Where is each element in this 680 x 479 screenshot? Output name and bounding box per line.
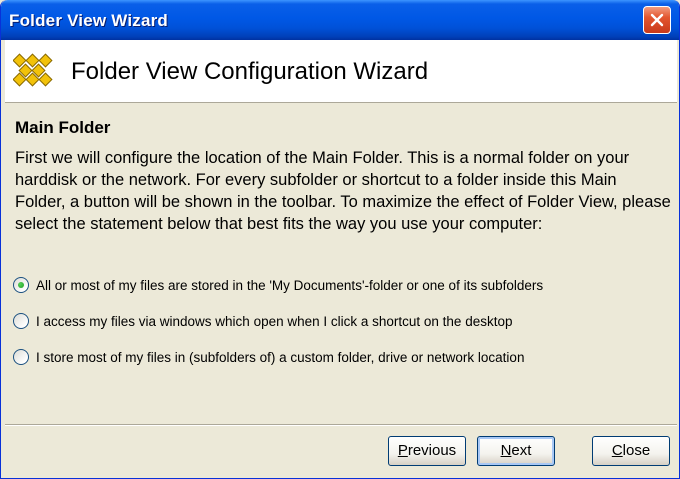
close-window-button[interactable] bbox=[643, 6, 671, 34]
option-label: All or most of my files are stored in th… bbox=[36, 277, 544, 293]
option-my-documents[interactable]: All or most of my files are stored in th… bbox=[13, 275, 543, 295]
radio-button-checked[interactable] bbox=[13, 277, 29, 293]
option-label: I store most of my files in (subfolders … bbox=[36, 349, 525, 365]
wizard-heading: Folder View Configuration Wizard bbox=[71, 58, 429, 85]
radio-button[interactable] bbox=[13, 349, 29, 365]
folder-view-logo-icon bbox=[12, 52, 53, 93]
previous-button[interactable]: Previous bbox=[388, 436, 466, 466]
section-description: First we will configure the location of … bbox=[15, 149, 671, 233]
option-label: I access my files via windows which open… bbox=[36, 313, 513, 329]
wizard-window: Folder View Wizard Folder View Configura… bbox=[0, 0, 680, 479]
wizard-header: Folder View Configuration Wizard bbox=[5, 40, 677, 103]
section-title: Main Folder bbox=[15, 118, 111, 137]
close-button[interactable]: Close bbox=[592, 436, 670, 466]
next-button[interactable]: Next bbox=[477, 436, 555, 466]
window-title: Folder View Wizard bbox=[9, 11, 168, 30]
option-desktop-shortcuts[interactable]: I access my files via windows which open… bbox=[13, 311, 512, 331]
title-bar[interactable]: Folder View Wizard bbox=[1, 0, 679, 40]
radio-button[interactable] bbox=[13, 313, 29, 329]
close-icon bbox=[650, 13, 664, 27]
footer-divider bbox=[5, 424, 677, 426]
option-custom-folder[interactable]: I store most of my files in (subfolders … bbox=[13, 347, 524, 367]
